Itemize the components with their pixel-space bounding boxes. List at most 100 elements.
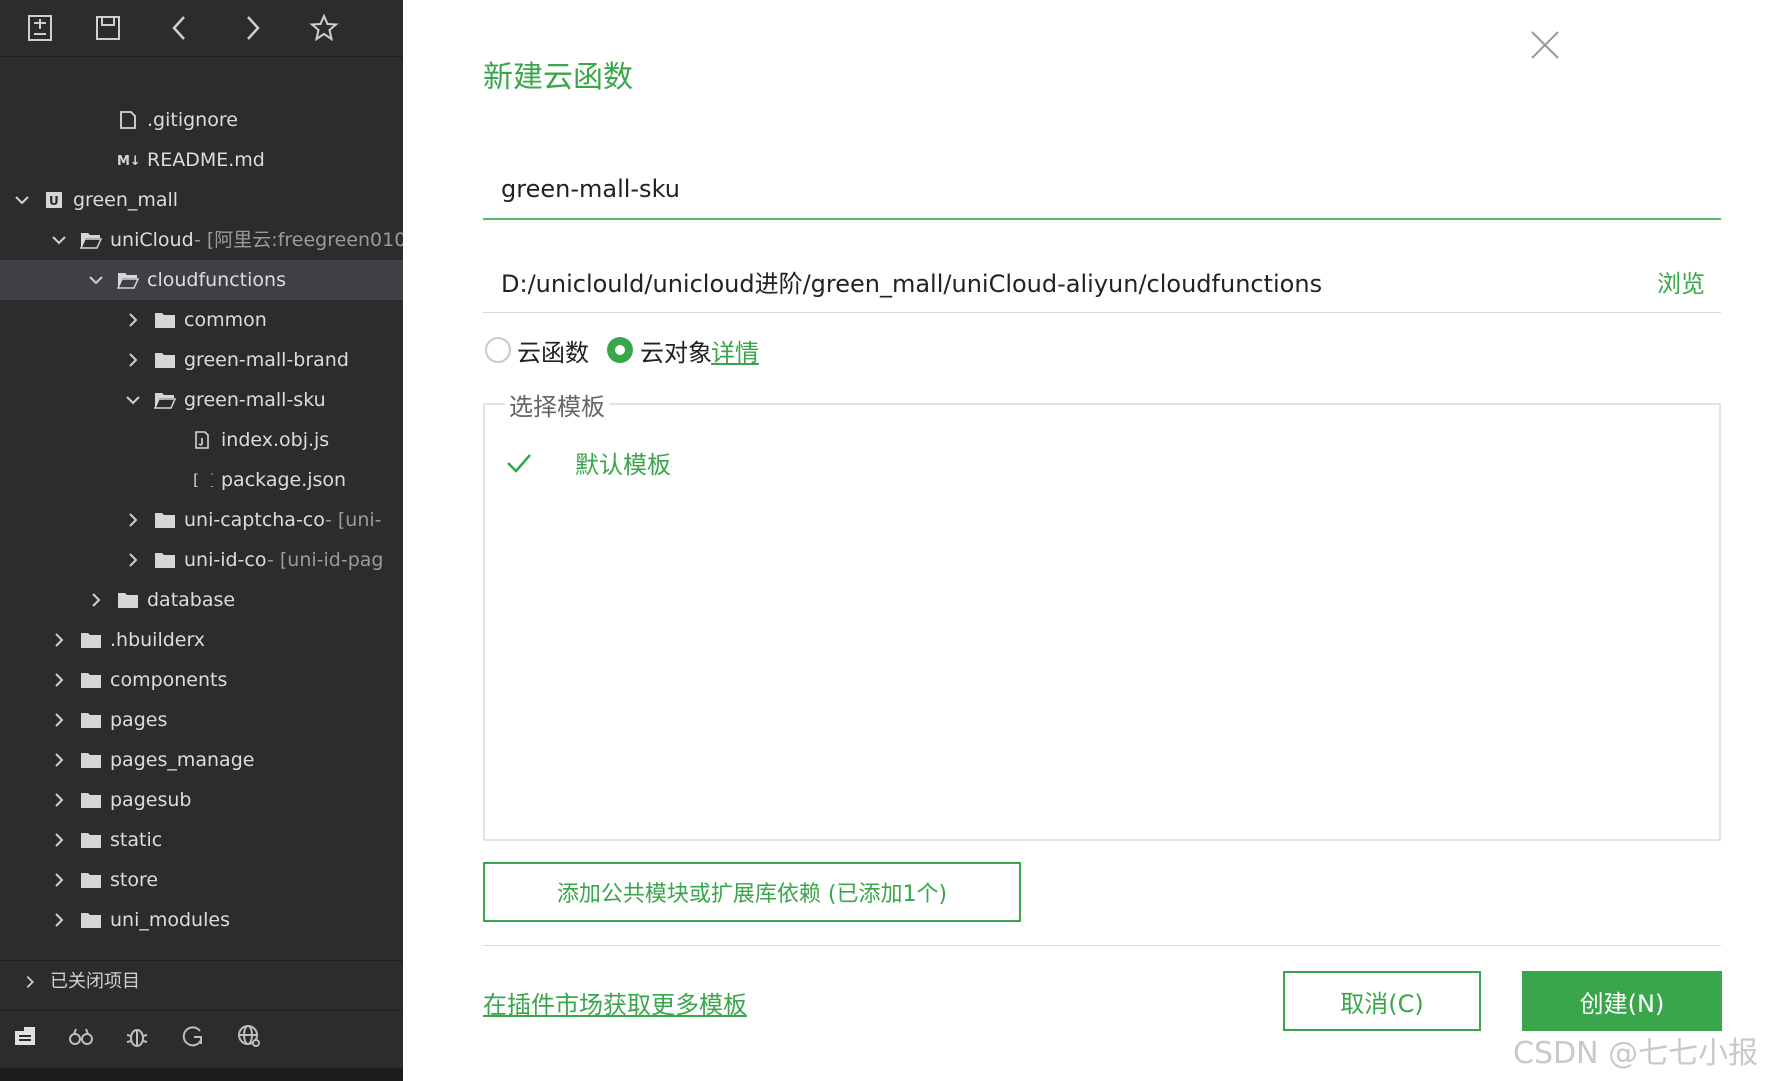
tree-item-label: .hbuilderx <box>110 629 206 651</box>
chevron-right-icon[interactable] <box>123 300 143 340</box>
git-icon[interactable] <box>176 1019 210 1053</box>
tree-item-label: uniCloud <box>110 229 194 251</box>
checkmark-icon <box>507 454 531 473</box>
search-binoculars-icon[interactable] <box>64 1019 98 1053</box>
folder-icon <box>153 540 177 580</box>
explorer-toolbar <box>0 0 403 57</box>
star-icon[interactable] <box>304 8 344 48</box>
new-file-icon[interactable] <box>20 8 60 48</box>
chevron-right-icon[interactable] <box>49 620 69 660</box>
chevron-right-icon[interactable] <box>49 660 69 700</box>
project-icon: U <box>42 180 66 220</box>
tree-item[interactable]: pages <box>0 700 403 740</box>
cloud-globe-icon[interactable] <box>232 1019 266 1053</box>
explorer-tab-icon[interactable] <box>8 1019 42 1053</box>
tree-item[interactable]: store <box>0 860 403 900</box>
tree-item[interactable]: M↓ README.md <box>0 140 403 180</box>
close-icon[interactable] <box>1528 28 1562 62</box>
tree-item[interactable]: index.obj.js <box>0 420 403 460</box>
closed-projects[interactable]: 已关闭项目 <box>0 960 403 1003</box>
folder-icon <box>79 780 103 820</box>
tree-item[interactable]: Ugreen_mall <box>0 180 403 220</box>
folder-icon <box>79 900 103 940</box>
chevron-right-icon <box>22 961 38 1003</box>
radio-cloud-function-label[interactable]: 云函数 <box>517 333 589 368</box>
explorer-bottom-bar <box>0 1010 403 1061</box>
tree-item[interactable]: static <box>0 820 403 860</box>
chevron-down-icon[interactable] <box>49 220 69 260</box>
path-field[interactable]: D:/uniclould/unicloud进阶/green_mall/uniCl… <box>483 250 1721 313</box>
chevron-right-icon[interactable] <box>123 500 143 540</box>
tree-item-label: static <box>110 829 163 851</box>
tree-item-label: index.obj.js <box>221 429 330 451</box>
status-strip <box>0 1068 403 1081</box>
chevron-right-icon[interactable] <box>49 820 69 860</box>
template-fieldset: 选择模板 默认模板 <box>483 387 1721 841</box>
watermark: CSDN @七七小报 <box>1513 1036 1759 1071</box>
chevron-right-icon[interactable] <box>123 340 143 380</box>
create-button[interactable]: 创建(N) <box>1522 971 1722 1031</box>
tree-item[interactable]: green-mall-sku <box>0 380 403 420</box>
tree-item-label: store <box>110 869 159 891</box>
tree-item[interactable]: .gitignore <box>0 100 403 140</box>
tree-item[interactable]: components <box>0 660 403 700</box>
function-name-input[interactable] <box>483 160 1721 220</box>
tree-item[interactable]: uni-id-co - [uni-id-pag <box>0 540 403 580</box>
markdown-icon: M↓ <box>116 140 140 180</box>
folder-icon <box>79 740 103 780</box>
tree-item-label: uni-id-co <box>184 549 267 571</box>
chevron-down-icon[interactable] <box>12 180 32 220</box>
radio-cloud-function[interactable] <box>485 337 511 363</box>
radio-cloud-object[interactable] <box>607 337 633 363</box>
tree-item-annotation: - [uni- <box>325 509 382 531</box>
detail-link[interactable]: 详情 <box>711 333 759 368</box>
folder-icon <box>79 620 103 660</box>
tree-item[interactable]: common <box>0 300 403 340</box>
tree-item-label: uni-captcha-co <box>184 509 325 531</box>
tree-item-annotation: - [阿里云:freegreen010 <box>194 229 403 251</box>
folder-open-icon <box>116 260 140 300</box>
folder-icon <box>79 660 103 700</box>
tree-item[interactable]: uni_modules <box>0 900 403 940</box>
tree-item-label: pages_manage <box>110 749 255 771</box>
chevron-right-icon[interactable] <box>49 700 69 740</box>
plugin-market-link[interactable]: 在插件市场获取更多模板 <box>483 985 747 1020</box>
tree-item[interactable]: green-mall-brand <box>0 340 403 380</box>
back-icon[interactable] <box>160 8 200 48</box>
js-file-icon <box>190 420 214 460</box>
folder-icon <box>79 700 103 740</box>
add-dependency-button[interactable]: 添加公共模块或扩展库依赖 (已添加1个) <box>483 862 1021 922</box>
chevron-down-icon[interactable] <box>86 260 106 300</box>
tree-item[interactable]: pages_manage <box>0 740 403 780</box>
chevron-right-icon[interactable] <box>49 860 69 900</box>
cancel-button[interactable]: 取消(C) <box>1283 971 1481 1031</box>
tree-item[interactable]: cloudfunctions <box>0 260 403 300</box>
tree-item[interactable]: uniCloud - [阿里云:freegreen010 <box>0 220 403 260</box>
svg-text:M↓: M↓ <box>117 154 139 169</box>
folder-icon <box>79 860 103 900</box>
chevron-right-icon[interactable] <box>49 740 69 780</box>
project-explorer: .gitignore M↓ README.md Ugreen_mall uniCloud… <box>0 0 403 1081</box>
radio-cloud-object-label[interactable]: 云对象 <box>640 333 712 368</box>
chevron-down-icon[interactable] <box>123 380 143 420</box>
debug-bug-icon[interactable] <box>120 1019 154 1053</box>
tree-item[interactable]: pagesub <box>0 780 403 820</box>
tree-item-label: .gitignore <box>147 109 238 131</box>
chevron-right-icon[interactable] <box>49 900 69 940</box>
folder-icon <box>153 300 177 340</box>
folder-icon <box>153 500 177 540</box>
browse-link[interactable]: 浏览 <box>1657 264 1705 299</box>
forward-icon[interactable] <box>232 8 272 48</box>
chevron-right-icon[interactable] <box>49 780 69 820</box>
tree-item[interactable]: uni-captcha-co - [uni- <box>0 500 403 540</box>
tree-item[interactable]: database <box>0 580 403 620</box>
chevron-right-icon[interactable] <box>86 580 106 620</box>
tree-item-annotation: - [uni-id-pag <box>267 549 384 571</box>
dialog-title: 新建云函数 <box>483 60 633 95</box>
tree-item[interactable]: .hbuilderx <box>0 620 403 660</box>
new-cloud-function-dialog: 新建云函数 D:/uniclould/unicloud进阶/green_mall… <box>403 0 1786 1081</box>
tree-item[interactable]: [ ] package.json <box>0 460 403 500</box>
tree-item-label: README.md <box>147 149 265 171</box>
save-icon[interactable] <box>88 8 128 48</box>
chevron-right-icon[interactable] <box>123 540 143 580</box>
